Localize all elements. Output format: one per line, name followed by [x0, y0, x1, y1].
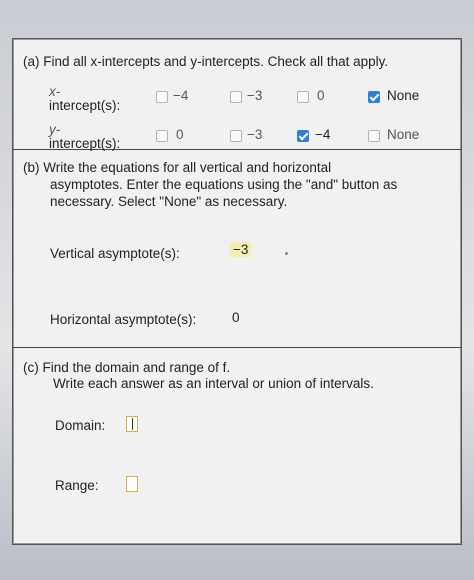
- part-a-section: (a) Find all x-intercepts and y-intercep…: [13, 39, 461, 151]
- part-c-section: (c) Find the domain and range of f. Writ…: [13, 347, 461, 543]
- part-a-prompt: (a) Find all x-intercepts and y-intercep…: [23, 54, 389, 69]
- text-cursor: [132, 418, 133, 430]
- part-b-prompt-line1: (b) Write the equations for all vertical…: [23, 160, 332, 175]
- horizontal-asymptote-label: Horizontal asymptote(s):: [50, 312, 197, 327]
- x-option-none-label: None: [387, 88, 420, 103]
- vertical-asymptote-answer[interactable]: −3: [230, 242, 252, 257]
- y-option-0-label: 0: [176, 127, 184, 142]
- y-option-neg4-checkbox[interactable]: [297, 130, 309, 142]
- question-sheet: (a) Find all x-intercepts and y-intercep…: [12, 38, 462, 545]
- y-option-neg3-label: −3: [247, 127, 263, 142]
- y-option-0-checkbox[interactable]: [156, 130, 168, 142]
- y-option-none-label: None: [387, 127, 420, 142]
- y-option-neg3-checkbox[interactable]: [230, 130, 242, 142]
- part-c-prompt-line2: Write each answer as an interval or unio…: [53, 376, 374, 391]
- part-b-section: (b) Write the equations for all vertical…: [13, 149, 461, 348]
- x-option-neg4-label: −4: [173, 88, 189, 103]
- range-label: Range:: [55, 478, 99, 493]
- horizontal-asymptote-answer[interactable]: 0: [232, 309, 240, 326]
- x-option-neg3-label: −3: [247, 88, 263, 103]
- y-option-none-checkbox[interactable]: [368, 130, 380, 142]
- x-option-neg3-checkbox[interactable]: [230, 91, 242, 103]
- x-intercept-label: intercept(s):: [49, 98, 121, 113]
- vertical-asymptote-label: Vertical asymptote(s):: [50, 246, 180, 261]
- cursor-dot: [285, 252, 288, 255]
- x-option-0-label: 0: [317, 88, 325, 103]
- x-option-0-checkbox[interactable]: [297, 91, 309, 103]
- y-option-neg4-label: −4: [315, 127, 331, 142]
- part-b-prompt-line3: necessary. Select "None" as necessary.: [50, 194, 288, 209]
- part-c-prompt-line1: (c) Find the domain and range of f.: [23, 360, 231, 375]
- x-option-neg4-checkbox[interactable]: [156, 91, 168, 103]
- range-input[interactable]: [126, 476, 138, 492]
- domain-label: Domain:: [55, 418, 106, 433]
- part-b-prompt-line2: asymptotes. Enter the equations using th…: [50, 177, 398, 192]
- x-option-none-checkbox[interactable]: [368, 91, 380, 103]
